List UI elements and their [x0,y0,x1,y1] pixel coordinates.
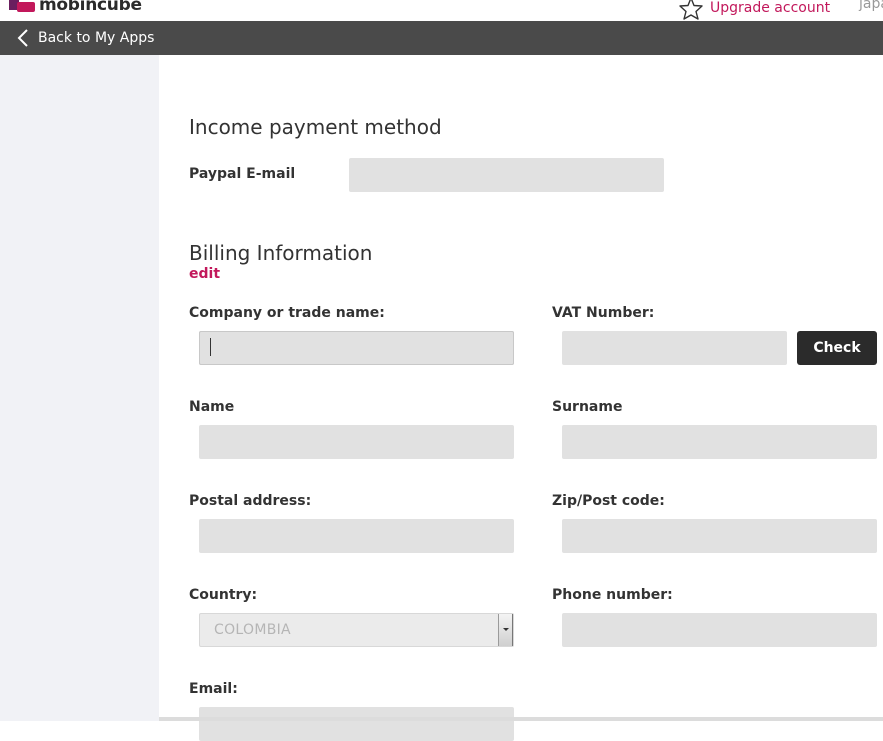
paypal-email-label: Paypal E-mail [189,166,296,182]
upgrade-account-link[interactable]: Upgrade account [678,0,830,20]
company-label: Company or trade name: [189,305,385,321]
text-caret [210,338,211,356]
zip-code-input[interactable] [562,519,877,553]
country-label: Country: [189,587,258,603]
country-select[interactable]: COLOMBIA [199,613,514,647]
phone-number-input[interactable] [562,613,877,647]
phone-number-label: Phone number: [552,587,673,603]
vat-number-label: VAT Number: [552,305,655,321]
chevron-left-icon [17,29,28,47]
check-vat-button[interactable]: Check [797,331,877,365]
income-section-title: Income payment method [189,115,442,139]
surname-input[interactable] [562,425,877,459]
country-selected-value: COLOMBIA [214,622,291,638]
sidebar [0,55,159,721]
email-input[interactable] [199,707,514,741]
nav-bar: Back to My Apps [0,21,883,55]
paypal-email-input[interactable] [349,158,664,192]
top-header: mobincube Upgrade account japa [0,0,883,21]
billing-section-title: Billing Information [189,241,373,265]
brand-logo[interactable]: mobincube [9,0,142,15]
vat-number-input[interactable] [562,331,787,365]
window-bottom-edge [159,717,883,721]
postal-address-label: Postal address: [189,493,312,509]
postal-address-input[interactable] [199,519,514,553]
email-label: Email: [189,681,238,697]
dropdown-arrow-icon[interactable] [498,614,513,646]
edit-billing-link[interactable]: edit [189,266,220,282]
upgrade-account-label: Upgrade account [710,0,831,16]
surname-label: Surname [552,399,623,415]
company-name-input[interactable] [199,331,514,365]
logo-mark-icon [9,0,35,14]
name-input[interactable] [199,425,514,459]
zip-code-label: Zip/Post code: [552,493,665,509]
name-label: Name [189,399,235,415]
language-selector[interactable]: japa [859,0,883,12]
back-to-apps-link[interactable]: Back to My Apps [16,21,154,55]
star-outline-icon [679,0,703,20]
back-label: Back to My Apps [38,30,155,46]
brand-name: mobincube [39,0,142,15]
